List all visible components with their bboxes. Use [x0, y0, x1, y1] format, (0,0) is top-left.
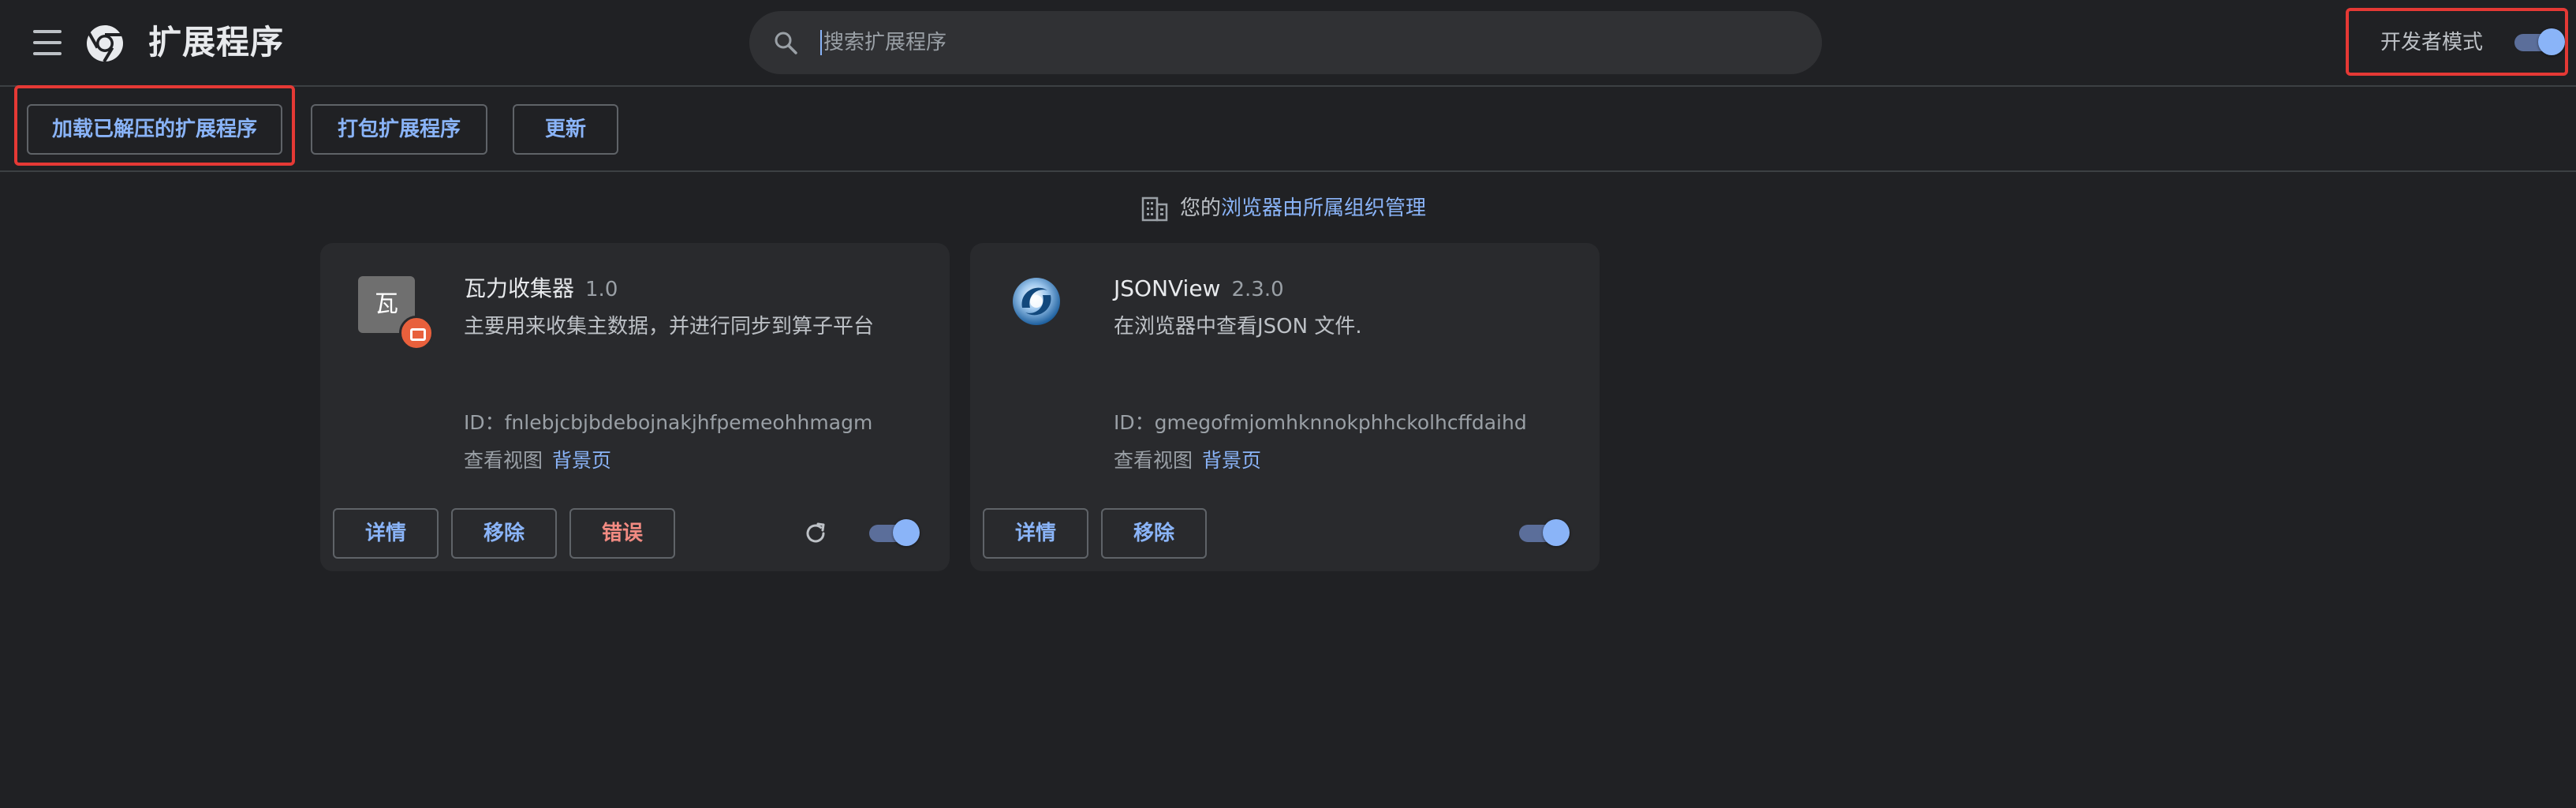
extension-id: ID：fnlebjcbjbdebojnakjhfpemeohhmagm — [464, 411, 873, 434]
extension-version: 2.3.0 — [1231, 278, 1284, 301]
extension-logo: 瓦 — [358, 276, 434, 350]
dev-mode-toggle[interactable] — [2514, 28, 2565, 55]
extension-version: 1.0 — [585, 278, 618, 301]
dev-mode-label: 开发者模式 — [2380, 31, 2484, 54]
managed-notice-link[interactable]: 浏览器由所属组织管理 — [1221, 196, 1426, 220]
inspect-views-label: 查看视图 — [464, 449, 543, 472]
remove-button[interactable]: 移除 — [451, 508, 557, 559]
extension-name: JSONView — [1114, 275, 1221, 301]
background-page-link[interactable]: 背景页 — [552, 449, 611, 472]
building-icon — [1141, 196, 1168, 221]
search-input[interactable] — [822, 21, 1768, 65]
pack-extension-button[interactable]: 打包扩展程序 — [311, 104, 487, 155]
extension-title: JSONView 2.3.0 — [1114, 271, 1284, 307]
header: 扩展程序 开发者模式 — [0, 0, 2576, 87]
inspect-views: 查看视图 背景页 — [464, 445, 611, 477]
enable-toggle[interactable] — [869, 519, 920, 546]
enable-toggle[interactable] — [1519, 519, 1570, 546]
extension-icon: 瓦 — [358, 276, 434, 350]
inspect-views: 查看视图 背景页 — [1114, 445, 1261, 477]
load-unpacked-highlight — [14, 85, 295, 166]
details-button[interactable]: 详情 — [333, 508, 439, 559]
menu-icon[interactable] — [32, 30, 63, 55]
toolbar: 加载已解压的扩展程序 打包扩展程序 更新 — [0, 88, 2576, 172]
unpacked-badge-icon — [399, 316, 434, 350]
errors-button[interactable]: 错误 — [569, 508, 675, 559]
extension-name: 瓦力收集器 — [464, 275, 575, 301]
extension-logo-glyph: 瓦 — [375, 290, 398, 318]
background-page-link[interactable]: 背景页 — [1202, 449, 1261, 472]
inspect-views-label: 查看视图 — [1114, 449, 1193, 472]
extension-description: 主要用来收集主数据，并进行同步到算子平台 — [464, 315, 875, 339]
remove-button[interactable]: 移除 — [1101, 508, 1207, 559]
reload-icon[interactable] — [801, 519, 830, 548]
extension-card: 瓦 瓦力收集器 1.0 主要用来收集主数据，并进行同步到算子平台 ID：fnleb… — [320, 243, 950, 571]
search-box[interactable] — [749, 11, 1822, 74]
extension-id: ID：gmegofmjomhknnokphhckolhcffdaihd — [1114, 411, 1527, 434]
update-button[interactable]: 更新 — [513, 104, 618, 155]
extension-description: 在浏览器中查看JSON 文件. — [1114, 315, 1362, 339]
extension-title: 瓦力收集器 1.0 — [464, 271, 618, 307]
jsonview-logo-icon — [1013, 278, 1060, 325]
chrome-logo-icon — [87, 25, 123, 63]
page-title: 扩展程序 — [148, 23, 285, 62]
extension-card: JSONView 2.3.0 在浏览器中查看JSON 文件. ID：gmegofm… — [970, 243, 1600, 571]
search-icon[interactable] — [771, 28, 800, 57]
managed-notice: 您的浏览器由所属组织管理 — [1141, 193, 1426, 224]
managed-notice-prefix: 您的 — [1180, 196, 1222, 220]
details-button[interactable]: 详情 — [983, 508, 1088, 559]
